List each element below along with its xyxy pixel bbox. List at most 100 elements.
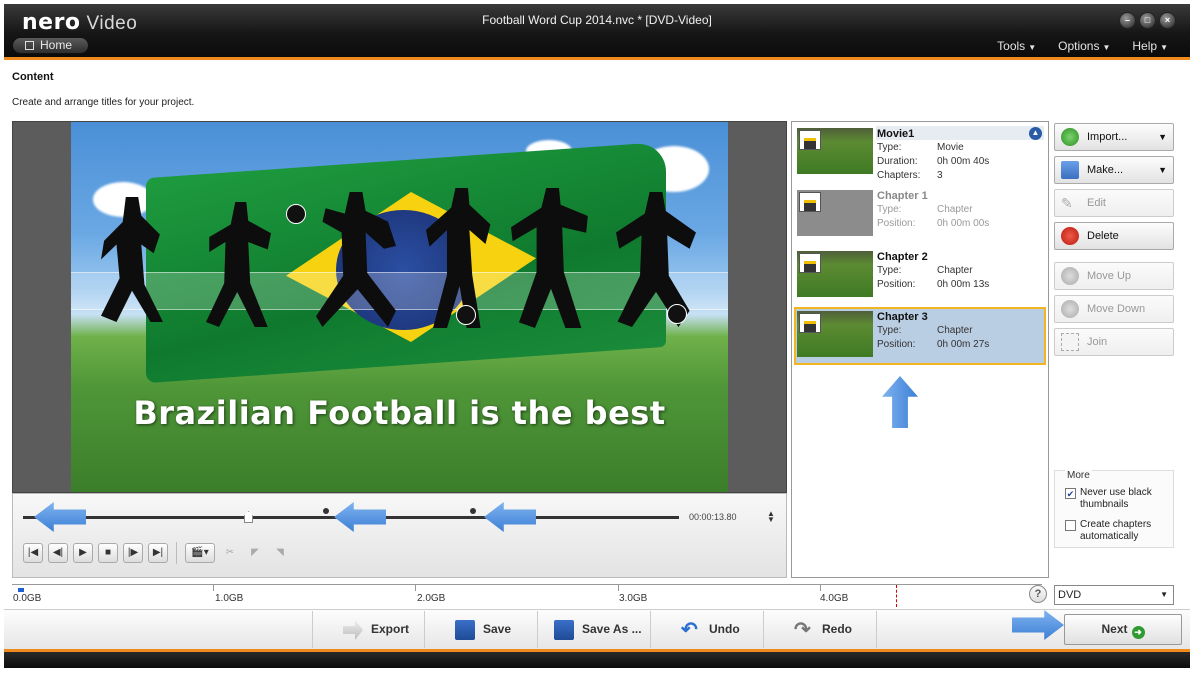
chevron-down-icon: ▼ bbox=[1160, 43, 1168, 52]
export-button[interactable]: Export bbox=[312, 611, 424, 648]
capacity-label: 1.0GB bbox=[215, 593, 244, 604]
menu-options-label: Options bbox=[1058, 39, 1100, 53]
join-button[interactable]: Join bbox=[1054, 328, 1174, 356]
item-name: Chapter 1 bbox=[877, 190, 928, 202]
capacity-label: 3.0GB bbox=[619, 593, 648, 604]
edit-button[interactable]: ✎ Edit bbox=[1054, 189, 1174, 217]
list-item-movie[interactable]: Movie1 Type: Movie Duration: 0h 00m 40s Ch… bbox=[794, 124, 1046, 182]
next-label: Next bbox=[1101, 622, 1128, 636]
arrow-up-icon bbox=[1061, 267, 1079, 285]
import-button[interactable]: Import... ▼ bbox=[1054, 123, 1174, 151]
chevron-down-icon: ▼ bbox=[1158, 132, 1167, 142]
chapter-thumbnail bbox=[797, 311, 873, 357]
chevron-down-icon: ▼ bbox=[1028, 43, 1037, 52]
list-item-chapter-3[interactable]: Chapter 3 Type: Chapter Position: 0h 00m 2… bbox=[794, 307, 1046, 365]
item-details: Chapter 3 Type: Chapter Position: 0h 00m 2… bbox=[877, 310, 1045, 352]
export-label: Export bbox=[371, 622, 410, 636]
play-icon[interactable]: ▶ bbox=[73, 543, 93, 563]
spinner-arrows-icon[interactable]: ▲ ▼ bbox=[767, 510, 775, 524]
stop-icon[interactable]: ■ bbox=[98, 543, 118, 563]
item-name: Chapter 3 bbox=[877, 311, 928, 323]
detail-key: Type: bbox=[877, 204, 902, 215]
move-up-button[interactable]: Move Up bbox=[1054, 262, 1174, 290]
title-bar: nero Video Football Word Cup 2014.nvc * [… bbox=[4, 4, 1190, 60]
chapter-marker[interactable] bbox=[323, 508, 329, 514]
chapter-badge-icon bbox=[799, 192, 821, 212]
transport-controls: |◀ ◀| ▶ ■ |▶ ▶| 🎬▾ ✂ ◤ ◥ bbox=[23, 542, 290, 564]
join-label: Join bbox=[1087, 336, 1108, 348]
never-black-checkbox[interactable]: ✔ Never use black thumbnails bbox=[1065, 487, 1175, 511]
create-chapters-label: Create chapters automatically bbox=[1080, 519, 1152, 542]
menu-bar: Tools ▼ Options ▼ Help ▼ bbox=[997, 39, 1168, 53]
edit-label: Edit bbox=[1087, 197, 1106, 209]
chapter-badge-icon bbox=[799, 253, 821, 273]
go-to-start-icon[interactable]: |◀ bbox=[23, 543, 43, 563]
list-item-chapter-1[interactable]: Chapter 1 Type: Chapter Position: 0h 00m 0… bbox=[794, 186, 1046, 244]
list-item-chapter-2[interactable]: Chapter 2 Type: Chapter Position: 0h 00m 1… bbox=[794, 247, 1046, 305]
add-chapter-icon[interactable]: 🎬▾ bbox=[185, 543, 215, 563]
join-icon bbox=[1061, 333, 1079, 351]
detail-key: Position: bbox=[877, 339, 916, 350]
page-subtitle: Create and arrange titles for your proje… bbox=[12, 97, 195, 108]
chapter-badge-icon bbox=[799, 313, 821, 333]
next-frame-icon[interactable]: |▶ bbox=[123, 543, 143, 563]
move-down-button[interactable]: Move Down bbox=[1054, 295, 1174, 323]
make-button[interactable]: Make... ▼ bbox=[1054, 156, 1174, 184]
detail-row: Type: Chapter bbox=[877, 324, 1045, 338]
scissors-icon[interactable]: ✂ bbox=[220, 543, 240, 563]
detail-value: Chapter bbox=[937, 265, 973, 276]
save-as-button[interactable]: Save As ... bbox=[537, 611, 649, 648]
menu-help[interactable]: Help ▼ bbox=[1132, 39, 1168, 53]
ball-shape bbox=[667, 304, 687, 324]
footer-bar bbox=[4, 649, 1190, 668]
menu-options[interactable]: Options ▼ bbox=[1058, 39, 1110, 53]
save-as-label: Save As ... bbox=[582, 622, 642, 636]
arrow-down-icon bbox=[1061, 300, 1079, 318]
capacity-used bbox=[18, 588, 24, 592]
detail-value: 0h 00m 27s bbox=[937, 339, 990, 350]
delete-button[interactable]: Delete bbox=[1054, 222, 1174, 250]
chevron-down-icon: ▼ bbox=[1160, 590, 1168, 599]
next-chapter-icon[interactable]: ◥ bbox=[270, 543, 290, 563]
undo-button[interactable]: ↶ Undo bbox=[650, 611, 762, 648]
help-icon[interactable]: ? bbox=[1029, 585, 1047, 603]
divider bbox=[876, 611, 878, 648]
redo-label: Redo bbox=[822, 622, 852, 636]
next-button[interactable]: Next ➜ bbox=[1064, 614, 1182, 645]
movie-badge-icon bbox=[799, 130, 821, 150]
detail-key: Position: bbox=[877, 218, 916, 229]
go-to-end-icon[interactable]: ▶| bbox=[148, 543, 168, 563]
capacity-limit bbox=[896, 585, 897, 607]
more-options: More ✔ Never use black thumbnails Create… bbox=[1054, 470, 1174, 548]
capacity-tick bbox=[415, 585, 416, 591]
import-icon bbox=[1061, 128, 1079, 146]
minimize-icon[interactable]: – bbox=[1119, 12, 1136, 29]
collapse-icon[interactable]: ▲ bbox=[1029, 127, 1042, 140]
disc-type-select[interactable]: DVD ▼ bbox=[1054, 585, 1174, 605]
content-list: Movie1 Type: Movie Duration: 0h 00m 40s Ch… bbox=[791, 121, 1049, 578]
menu-tools[interactable]: Tools ▼ bbox=[997, 39, 1036, 53]
disc-type-value: DVD bbox=[1058, 589, 1082, 601]
maximize-icon[interactable]: □ bbox=[1139, 12, 1156, 29]
detail-key: Duration: bbox=[877, 156, 918, 167]
save-as-icon bbox=[554, 620, 574, 640]
capacity-tick bbox=[820, 585, 821, 591]
menu-tools-label: Tools bbox=[997, 39, 1026, 53]
previous-chapter-icon[interactable]: ◤ bbox=[245, 543, 265, 563]
capacity-label: 2.0GB bbox=[417, 593, 446, 604]
delete-label: Delete bbox=[1087, 230, 1119, 242]
divider bbox=[176, 542, 177, 564]
undo-label: Undo bbox=[709, 622, 740, 636]
save-button[interactable]: Save bbox=[424, 611, 536, 648]
create-chapters-checkbox[interactable]: Create chapters automatically bbox=[1065, 519, 1175, 543]
home-button[interactable]: Home bbox=[12, 37, 89, 54]
detail-key: Chapters: bbox=[877, 170, 921, 181]
close-icon[interactable]: × bbox=[1159, 12, 1176, 29]
playhead-handle[interactable] bbox=[244, 511, 253, 523]
detail-value: 3 bbox=[937, 170, 943, 181]
redo-button[interactable]: ↷ Redo bbox=[763, 611, 875, 648]
never-black-label: Never use black thumbnails bbox=[1080, 487, 1152, 510]
chapter-marker[interactable] bbox=[470, 508, 476, 514]
detail-row: Type: Chapter bbox=[877, 264, 1045, 278]
previous-frame-icon[interactable]: ◀| bbox=[48, 543, 68, 563]
